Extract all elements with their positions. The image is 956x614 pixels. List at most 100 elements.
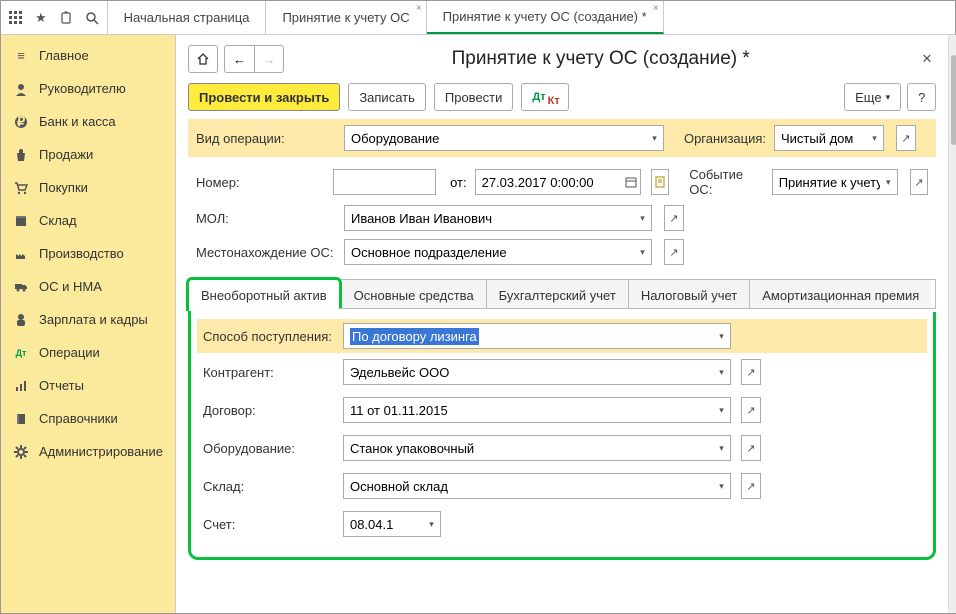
- sidebar-item-bank[interactable]: ₽Банк и касса: [1, 105, 175, 138]
- tab-depreciation[interactable]: Амортизационная премия: [750, 280, 931, 311]
- chevron-down-icon[interactable]: ▾: [713, 435, 731, 461]
- chevron-down-icon[interactable]: ▾: [646, 125, 664, 151]
- contract-label: Договор:: [203, 403, 337, 418]
- tab-home[interactable]: Начальная страница: [108, 1, 267, 34]
- sidebar-item-warehouse[interactable]: Склад: [1, 204, 175, 237]
- chevron-down-icon[interactable]: ▾: [713, 473, 731, 499]
- dtkt-icon: Дт: [13, 348, 29, 358]
- warehouse-label: Склад:: [203, 479, 337, 494]
- more-button[interactable]: Еще ▾: [844, 83, 901, 111]
- location-label: Местонахождение ОС:: [196, 245, 336, 260]
- tab-doc2[interactable]: Принятие к учету ОС (создание) *×: [427, 1, 664, 34]
- chart-icon: [13, 379, 29, 393]
- box-icon: [13, 214, 29, 228]
- account-select[interactable]: 08.04.1▾: [343, 511, 441, 537]
- truck-icon: [13, 280, 29, 294]
- history-icon[interactable]: [59, 11, 73, 25]
- content: ← → Принятие к учету ОС (создание) * ✕ П…: [176, 35, 948, 613]
- doc-icon[interactable]: [651, 169, 670, 195]
- chevron-down-icon[interactable]: ▾: [634, 239, 652, 265]
- close-icon[interactable]: ×: [416, 3, 422, 14]
- tab-doc1[interactable]: Принятие к учету ОС×: [266, 1, 426, 34]
- topbar-icons: ★: [1, 1, 108, 34]
- equipment-label: Оборудование:: [203, 441, 337, 456]
- home-button[interactable]: [188, 45, 218, 73]
- tab-noncurrent-asset[interactable]: Внеоборотный актив: [186, 277, 342, 311]
- sidebar-item-manager[interactable]: Руководителю: [1, 72, 175, 105]
- open-button[interactable]: ↗: [741, 397, 761, 423]
- forward-button[interactable]: →: [254, 45, 284, 73]
- org-label: Организация:: [684, 131, 766, 146]
- save-button[interactable]: Записать: [348, 83, 426, 111]
- chevron-down-icon[interactable]: ▾: [713, 359, 731, 385]
- chevron-down-icon[interactable]: ▾: [713, 397, 731, 423]
- sidebar-item-purchases[interactable]: Покупки: [1, 171, 175, 204]
- book-icon: [13, 412, 29, 426]
- mol-select[interactable]: Иванов Иван Иванович▾: [344, 205, 652, 231]
- tab-accounting[interactable]: Бухгалтерский учет: [487, 280, 629, 311]
- sidebar-item-production[interactable]: Производство: [1, 237, 175, 270]
- chevron-down-icon[interactable]: ▾: [634, 205, 652, 231]
- date-input[interactable]: 27.03.2017 0:00:00: [475, 169, 641, 195]
- sidebar-item-admin[interactable]: Администрирование: [1, 435, 175, 468]
- open-button[interactable]: ↗: [741, 473, 761, 499]
- event-label: Событие ОС:: [689, 167, 763, 197]
- close-icon[interactable]: ×: [653, 3, 659, 14]
- open-button[interactable]: ↗: [664, 239, 684, 265]
- sidebar-item-assets[interactable]: ОС и НМА: [1, 270, 175, 303]
- post-and-close-button[interactable]: Провести и закрыть: [188, 83, 340, 111]
- tab-fixed-assets[interactable]: Основные средства: [342, 280, 487, 311]
- user-icon: [13, 82, 29, 96]
- toolbar: Провести и закрыть Записать Провести ДтК…: [188, 83, 936, 111]
- from-label: от:: [450, 175, 467, 190]
- sidebar-item-refs[interactable]: Справочники: [1, 402, 175, 435]
- apps-icon[interactable]: [9, 11, 23, 25]
- chevron-down-icon[interactable]: ▾: [880, 169, 898, 195]
- org-select[interactable]: Чистый дом▾: [774, 125, 884, 151]
- page-title: Принятие к учету ОС (создание) *: [284, 48, 917, 70]
- close-button[interactable]: ✕: [917, 47, 936, 71]
- location-select[interactable]: Основное подразделение▾: [344, 239, 652, 265]
- open-button[interactable]: ↗: [664, 205, 684, 231]
- open-button[interactable]: ↗: [896, 125, 916, 151]
- chevron-down-icon[interactable]: ▾: [713, 323, 731, 349]
- number-label: Номер:: [196, 175, 325, 190]
- cart-icon: [13, 181, 29, 195]
- tab-tax[interactable]: Налоговый учет: [629, 280, 750, 311]
- back-button[interactable]: ←: [224, 45, 254, 73]
- operation-type-label: Вид операции:: [196, 131, 336, 146]
- help-button[interactable]: ?: [907, 83, 936, 111]
- equipment-select[interactable]: Станок упаковочный▾: [343, 435, 731, 461]
- sidebar-item-reports[interactable]: Отчеты: [1, 369, 175, 402]
- counterparty-select[interactable]: Эдельвейс ООО▾: [343, 359, 731, 385]
- open-button[interactable]: ↗: [741, 359, 761, 385]
- chevron-down-icon[interactable]: ▾: [866, 125, 884, 151]
- open-button[interactable]: ↗: [741, 435, 761, 461]
- ruble-icon: ₽: [13, 115, 29, 129]
- bag-icon: [13, 148, 29, 162]
- warehouse-select[interactable]: Основной склад▾: [343, 473, 731, 499]
- operation-type-select[interactable]: Оборудование▾: [344, 125, 664, 151]
- sidebar: ≡Главное Руководителю ₽Банк и касса Прод…: [1, 35, 176, 613]
- scrollbar[interactable]: [948, 35, 956, 613]
- sidebar-item-main[interactable]: ≡Главное: [1, 39, 175, 72]
- sidebar-item-operations[interactable]: ДтОперации: [1, 336, 175, 369]
- tab-body: Способ поступления: По договору лизинга▾…: [188, 311, 936, 560]
- calendar-icon[interactable]: [623, 169, 641, 195]
- number-input[interactable]: [333, 169, 436, 195]
- dtkt-button[interactable]: ДтКт: [521, 83, 569, 111]
- sidebar-item-sales[interactable]: Продажи: [1, 138, 175, 171]
- account-label: Счет:: [203, 517, 337, 532]
- contract-select[interactable]: 11 от 01.11.2015▾: [343, 397, 731, 423]
- event-select[interactable]: Принятие к учету▾: [772, 169, 898, 195]
- method-select[interactable]: По договору лизинга▾: [343, 323, 731, 349]
- scrollbar-thumb[interactable]: [951, 55, 956, 145]
- mol-label: МОЛ:: [196, 211, 336, 226]
- chevron-down-icon[interactable]: ▾: [423, 511, 441, 537]
- open-button[interactable]: ↗: [910, 169, 929, 195]
- star-icon[interactable]: ★: [35, 10, 47, 26]
- post-button[interactable]: Провести: [434, 83, 514, 111]
- search-icon[interactable]: [85, 11, 99, 25]
- sidebar-item-hr[interactable]: Зарплата и кадры: [1, 303, 175, 336]
- svg-text:₽: ₽: [17, 115, 26, 129]
